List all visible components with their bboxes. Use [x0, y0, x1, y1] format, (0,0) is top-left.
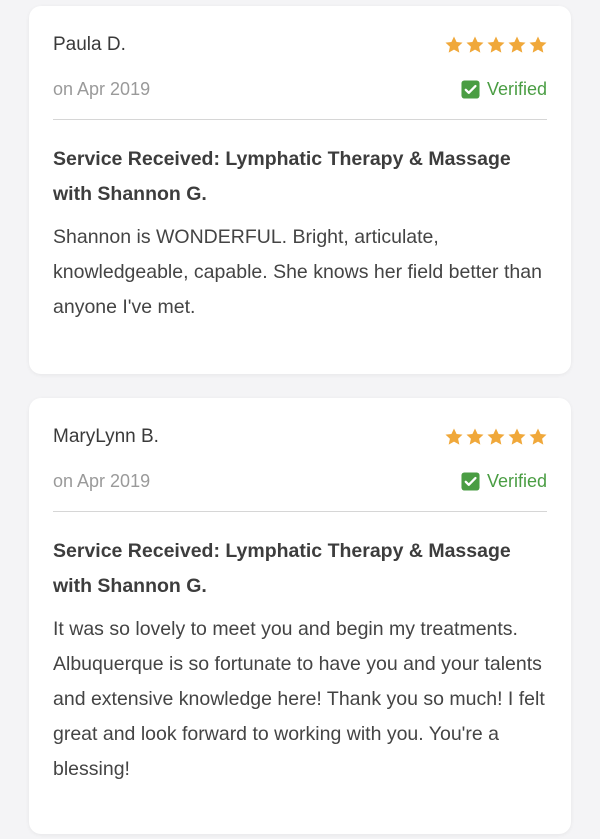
verified-label: Verified — [486, 78, 547, 99]
review-text: Shannon is WONDERFUL. Bright, articulate… — [53, 226, 542, 318]
reviewer-name: Paula D. — [53, 34, 126, 55]
checkbox-check-icon — [461, 471, 480, 491]
star-icon — [529, 428, 547, 445]
reviews-list: Paula D. on Apr 2019 Verified Service Re… — [0, 0, 600, 839]
service-received: Service Received: Lymphatic Therapy & Ma… — [53, 148, 511, 205]
review-text: It was so lovely to meet you and begin m… — [53, 618, 545, 780]
star-rating — [444, 427, 548, 447]
star-icon — [508, 36, 526, 53]
star-icon — [487, 428, 505, 445]
star-icon — [508, 428, 526, 445]
verified-badge: Verified — [461, 79, 547, 100]
review-date: on Apr 2019 — [53, 78, 151, 99]
review-card: Paula D. on Apr 2019 Verified Service Re… — [29, 6, 571, 374]
verified-badge: Verified — [461, 471, 547, 492]
service-received: Service Received: Lymphatic Therapy & Ma… — [53, 540, 511, 597]
star-icon — [529, 36, 547, 53]
star-icon — [466, 36, 484, 53]
star-icon — [445, 36, 463, 53]
checkbox-check-icon — [461, 79, 480, 99]
review-card: MaryLynn B. on Apr 2019 Verified Service… — [29, 398, 571, 834]
star-icon — [487, 36, 505, 53]
review-date: on Apr 2019 — [53, 470, 151, 491]
star-rating — [444, 35, 548, 55]
verified-label: Verified — [486, 470, 547, 491]
divider — [53, 119, 547, 120]
reviewer-name: MaryLynn B. — [53, 426, 159, 447]
star-icon — [466, 428, 484, 445]
divider — [53, 511, 547, 512]
star-icon — [445, 428, 463, 445]
